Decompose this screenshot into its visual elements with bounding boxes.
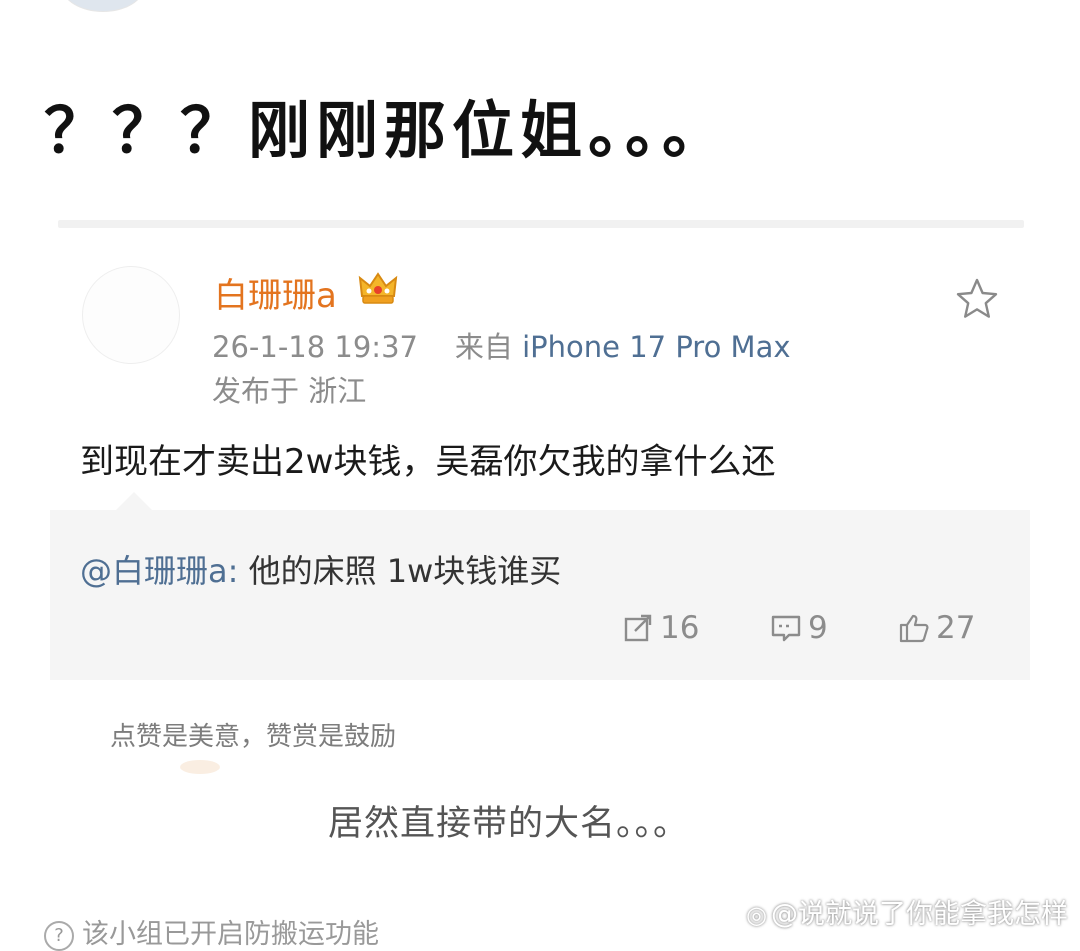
like-count: 27 xyxy=(936,610,976,646)
username[interactable]: 白珊珊a xyxy=(214,268,337,317)
crown-icon xyxy=(358,272,398,304)
avatar[interactable] xyxy=(82,266,180,364)
favorite-star-icon[interactable] xyxy=(954,276,1000,322)
device-link[interactable]: iPhone 17 Pro Max xyxy=(522,330,790,364)
headline-text: ？？？刚刚那位姐。。。 xyxy=(44,94,731,167)
quoted-mention[interactable]: @白珊珊a: xyxy=(80,552,238,590)
comment-count: 9 xyxy=(808,610,828,646)
watermark-text: @说就说了你能拿我怎样 xyxy=(771,899,1068,930)
divider xyxy=(58,220,1024,228)
anti-repost-notice: ? 该小组已开启防搬运功能 xyxy=(44,912,379,951)
comment-icon xyxy=(771,615,801,642)
question-icon: ? xyxy=(44,920,74,951)
quoted-text: @白珊珊a: 他的床照 1w块钱谁买 xyxy=(80,546,561,592)
previous-avatar xyxy=(62,0,144,12)
repost-button[interactable]: 16 xyxy=(622,608,699,648)
comment-button[interactable]: 9 xyxy=(770,608,828,648)
repost-icon xyxy=(624,614,652,642)
quoted-body: 他的床照 1w块钱谁买 xyxy=(238,552,562,590)
post-card: 白珊珊a 26-1-18 19:37 来自 iPhone 17 Pro Max … xyxy=(48,230,1032,690)
from-label: 来自 xyxy=(454,330,513,364)
post-meta: 26-1-18 19:37 来自 iPhone 17 Pro Max xyxy=(212,324,791,366)
weibo-logo-icon: ◎ xyxy=(746,901,767,929)
post-text: 到现在才卖出2w块钱，吴磊你欠我的拿什么还 xyxy=(80,442,776,482)
post-location: 发布于 浙江 xyxy=(212,374,367,408)
reward-glow xyxy=(180,760,220,774)
quoted-post[interactable]: @白珊珊a: 他的床照 1w块钱谁买 16 9 27 xyxy=(50,492,1030,680)
post-date: 26-1-18 19:37 xyxy=(212,330,418,364)
thumbs-up-icon xyxy=(899,614,929,643)
reward-hint: 点赞是美意，赞赏是鼓励 xyxy=(110,722,397,752)
like-button[interactable]: 27 xyxy=(898,608,975,648)
repost-count: 16 xyxy=(660,610,700,646)
caption-text: 居然直接带的大名。。。 xyxy=(328,804,690,844)
quote-pointer xyxy=(116,492,152,510)
watermark: ◎ @说就说了你能拿我怎样 xyxy=(746,892,1068,931)
